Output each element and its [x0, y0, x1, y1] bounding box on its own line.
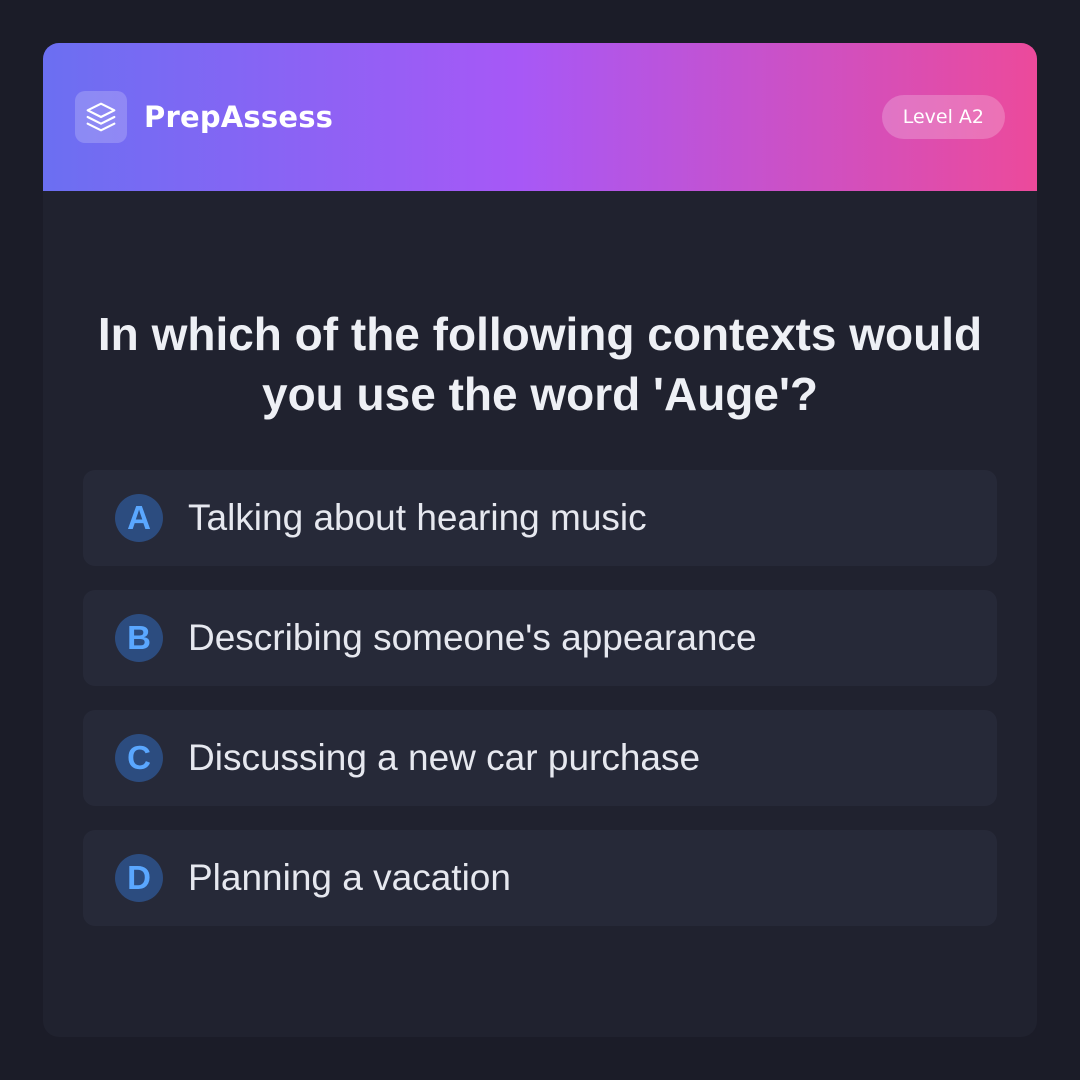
- option-label: Talking about hearing music: [188, 497, 647, 538]
- option-a[interactable]: A Talking about hearing music: [83, 470, 997, 566]
- level-badge: Level A2: [881, 95, 1005, 139]
- quiz-card: PrepAssess Level A2 In which of the foll…: [43, 43, 1037, 1037]
- option-letter-badge: B: [115, 614, 163, 662]
- option-c[interactable]: C Discussing a new car purchase: [83, 710, 997, 806]
- answer-options: A Talking about hearing music B Describi…: [83, 470, 997, 950]
- option-letter-badge: A: [115, 494, 163, 542]
- option-letter-badge: D: [115, 854, 163, 902]
- option-letter-badge: C: [115, 734, 163, 782]
- option-label: Planning a vacation: [188, 857, 511, 898]
- question-text: In which of the following contexts would…: [97, 308, 983, 420]
- option-label: Discussing a new car purchase: [188, 737, 701, 778]
- option-b[interactable]: B Describing someone's appearance: [83, 590, 997, 686]
- option-d[interactable]: D Planning a vacation: [83, 830, 997, 926]
- option-label: Describing someone's appearance: [188, 617, 757, 658]
- layers-icon: [75, 91, 127, 143]
- brand-name: PrepAssess: [144, 100, 334, 134]
- header-bar: PrepAssess Level A2: [43, 43, 1037, 191]
- brand: PrepAssess: [75, 91, 333, 143]
